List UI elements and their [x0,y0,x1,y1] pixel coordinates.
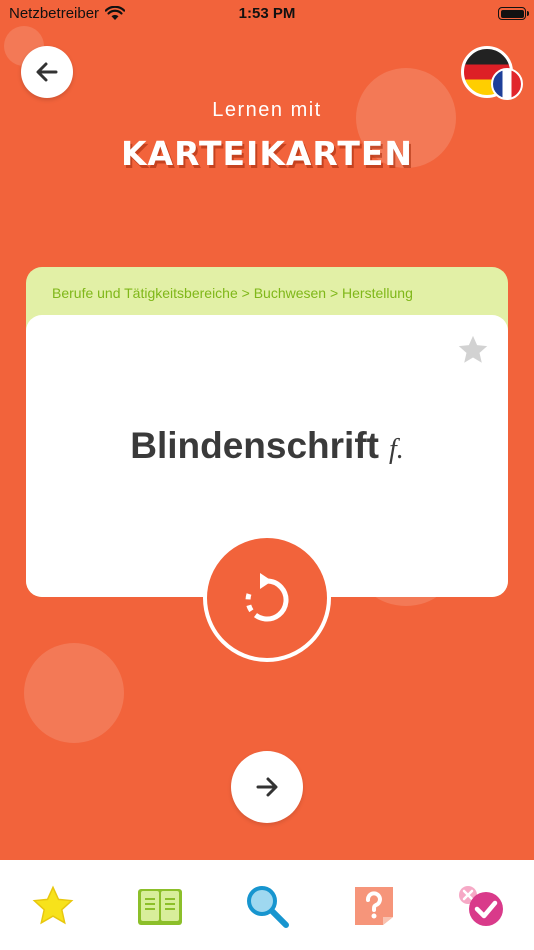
tab-bar [0,860,534,950]
language-switch-button[interactable] [461,46,527,100]
favorite-button[interactable] [456,333,490,367]
decorative-bubble [24,643,124,743]
page-subtitle: Lernen mit [212,99,322,121]
favorites-star-icon [32,885,74,925]
tab-favorites[interactable] [28,882,78,930]
arrow-right-icon [256,777,278,797]
tab-dictionary[interactable] [135,882,185,930]
status-bar: Netzbetreiber 1:53 PM [0,0,534,30]
status-time: 1:53 PM [238,5,296,22]
french-flag-icon [491,68,523,100]
next-card-button[interactable] [231,751,303,823]
term-line: Blindenschrift f. [26,425,508,467]
flip-card-button[interactable] [203,534,331,662]
tab-quiz[interactable] [349,882,399,930]
gender-label: f. [388,434,404,465]
flip-rotate-icon [245,573,289,622]
term-text: Blindenschrift [130,425,379,466]
quiz-question-icon [354,887,393,925]
tab-progress[interactable] [456,882,506,930]
battery-icon [498,7,529,20]
book-icon [138,889,183,925]
page-title: KARTEIKARTEN [120,134,414,173]
card-breadcrumb: Berufe und Tätigkeitsbereiche > Buchwese… [52,285,413,301]
tab-search[interactable] [242,882,292,930]
back-button[interactable] [21,46,73,98]
check-badge-icon [458,886,503,926]
star-icon [458,335,488,363]
search-icon [246,886,289,928]
arrow-left-icon [36,62,58,82]
